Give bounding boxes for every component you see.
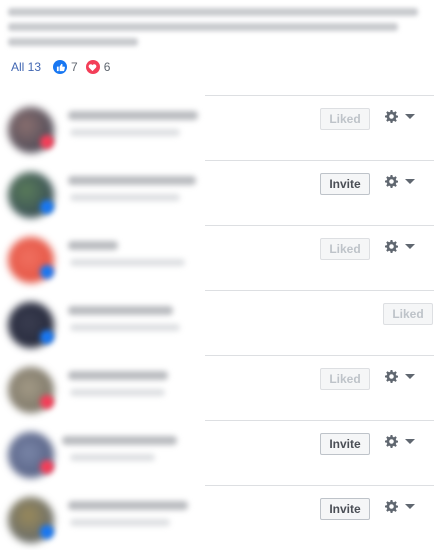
row-options-menu[interactable]: [385, 370, 415, 383]
divider: [205, 420, 434, 421]
blurred-name[interactable]: [68, 306, 173, 315]
caret-down-icon: [405, 374, 415, 379]
divider: [205, 355, 434, 356]
reaction-badge: [40, 200, 54, 214]
invite-button[interactable]: Invite: [320, 498, 370, 520]
gear-icon: [385, 110, 398, 123]
row-options-menu[interactable]: [385, 175, 415, 188]
blurred-name[interactable]: [62, 436, 177, 445]
blurred-line: [8, 23, 398, 31]
reaction-tabs: All 13 7 6: [11, 60, 118, 74]
caret-down-icon: [405, 244, 415, 249]
like-count: 7: [71, 60, 78, 74]
tab-love[interactable]: 6: [85, 60, 111, 74]
liked-button[interactable]: Liked: [320, 238, 370, 260]
blurred-name[interactable]: [68, 111, 198, 120]
reaction-badge: [40, 395, 54, 409]
liked-button[interactable]: Liked: [320, 108, 370, 130]
blurred-subtext: [70, 389, 165, 396]
blurred-line: [8, 38, 138, 46]
divider: [205, 160, 434, 161]
blurred-name[interactable]: [68, 241, 118, 250]
list-item: Invite: [0, 485, 444, 550]
caret-down-icon: [405, 439, 415, 444]
blurred-subtext: [70, 259, 185, 266]
list-item: Liked: [0, 355, 444, 420]
caret-down-icon: [405, 179, 415, 184]
blurred-subtext: [70, 324, 180, 331]
list-item: Invite: [0, 420, 444, 485]
reaction-badge: [40, 460, 54, 474]
divider: [205, 95, 434, 96]
tab-like[interactable]: 7: [53, 60, 78, 74]
love-count: 6: [103, 60, 111, 74]
gear-icon: [385, 435, 398, 448]
liked-button[interactable]: Liked: [320, 368, 370, 390]
blurred-header-text: [8, 8, 428, 53]
blurred-name[interactable]: [68, 176, 196, 185]
divider: [205, 225, 434, 226]
row-options-menu[interactable]: [385, 435, 415, 448]
blurred-subtext: [70, 194, 180, 201]
gear-icon: [385, 370, 398, 383]
invite-button[interactable]: Invite: [320, 173, 370, 195]
blurred-subtext: [70, 519, 170, 526]
love-reaction-icon: [85, 60, 100, 74]
divider: [205, 485, 434, 486]
reaction-badge: [40, 330, 54, 344]
liked-button[interactable]: Liked: [383, 303, 433, 325]
gear-icon: [385, 175, 398, 188]
list-item: Liked: [0, 95, 444, 160]
list-item: Liked: [0, 225, 444, 290]
blurred-name[interactable]: [68, 501, 188, 510]
row-options-menu[interactable]: [385, 500, 415, 513]
blurred-line: [8, 8, 418, 16]
blurred-name[interactable]: [68, 371, 168, 380]
reaction-badge: [40, 135, 54, 149]
list-item: Invite: [0, 160, 444, 225]
reactions-list: Liked Invite Liked Liked Liked Invite In…: [0, 95, 444, 550]
row-options-menu[interactable]: [385, 110, 415, 123]
like-reaction-icon: [53, 60, 68, 74]
invite-button[interactable]: Invite: [320, 433, 370, 455]
row-options-menu[interactable]: [385, 240, 415, 253]
blurred-subtext: [70, 129, 180, 136]
gear-icon: [385, 240, 398, 253]
list-item: Liked: [0, 290, 444, 355]
caret-down-icon: [405, 114, 415, 119]
divider: [205, 290, 434, 291]
reaction-badge: [40, 265, 54, 279]
gear-icon: [385, 500, 398, 513]
tab-all[interactable]: All 13: [11, 60, 41, 74]
blurred-subtext: [70, 454, 155, 461]
reaction-badge: [40, 525, 54, 539]
caret-down-icon: [405, 504, 415, 509]
